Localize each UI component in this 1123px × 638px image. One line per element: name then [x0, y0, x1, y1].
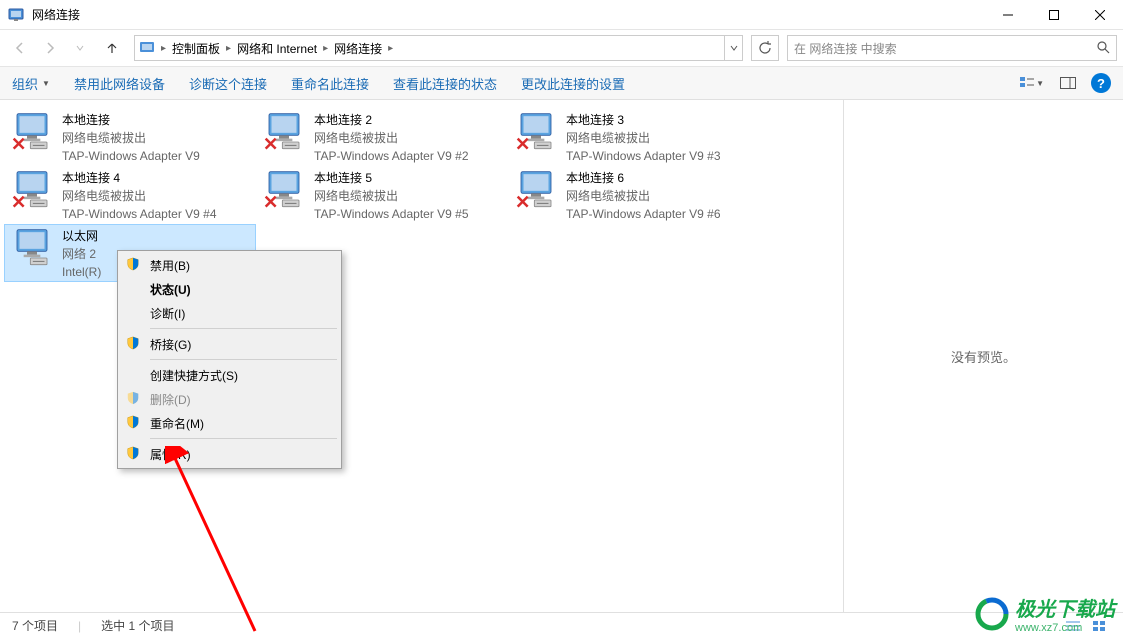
connection-status: 网络电缆被拔出 — [62, 188, 217, 205]
connection-name: 本地连接 3 — [566, 112, 721, 129]
preview-pane-button[interactable] — [1055, 72, 1081, 94]
chevron-right-icon: ▸ — [386, 43, 395, 54]
network-icon — [262, 170, 306, 218]
rename-button[interactable]: 重命名此连接 — [291, 74, 369, 93]
breadcrumb-item[interactable]: 网络连接 — [330, 40, 386, 57]
connection-device: TAP-Windows Adapter V9 — [62, 148, 200, 165]
item-count: 7 个项目 — [12, 617, 58, 634]
shield-icon — [126, 257, 142, 273]
shield-icon — [126, 415, 142, 431]
toolbar: 组织▼ 禁用此网络设备 诊断这个连接 重命名此连接 查看此连接的状态 更改此连接… — [0, 66, 1123, 100]
connection-device: TAP-Windows Adapter V9 #6 — [566, 206, 721, 223]
shield-icon — [126, 446, 142, 462]
chevron-right-icon: ▸ — [159, 43, 168, 54]
network-connection-item[interactable]: 本地连接 4 网络电缆被拔出 TAP-Windows Adapter V9 #4 — [4, 166, 256, 224]
app-icon — [8, 7, 24, 23]
back-button[interactable] — [6, 34, 34, 62]
menu-separator — [150, 438, 337, 439]
shield-icon — [126, 336, 142, 352]
no-preview-text: 没有预览。 — [951, 347, 1016, 366]
connection-device: TAP-Windows Adapter V9 #3 — [566, 148, 721, 165]
menu-status[interactable]: 状态(U) — [120, 277, 339, 301]
network-icon — [10, 228, 54, 276]
connection-device: TAP-Windows Adapter V9 #4 — [62, 206, 217, 223]
search-input[interactable]: 在 网络连接 中搜索 — [787, 35, 1117, 61]
minimize-button[interactable] — [985, 0, 1031, 30]
context-menu: 禁用(B) 状态(U) 诊断(I) 桥接(G) 创建快捷方式(S) 删除(D) … — [117, 250, 342, 469]
menu-properties[interactable]: 属性(R) — [120, 442, 339, 466]
menu-disable[interactable]: 禁用(B) — [120, 253, 339, 277]
selected-count: 选中 1 个项目 — [101, 617, 174, 634]
breadcrumb[interactable]: ▸ 控制面板 ▸ 网络和 Internet ▸ 网络连接 ▸ — [134, 35, 743, 61]
search-placeholder: 在 网络连接 中搜索 — [794, 40, 897, 57]
preview-panel: 没有预览。 — [843, 100, 1123, 612]
connection-name: 本地连接 — [62, 112, 200, 129]
view-status-button[interactable]: 查看此连接的状态 — [393, 74, 497, 93]
breadcrumb-item[interactable]: 控制面板 — [168, 40, 224, 57]
up-button[interactable] — [98, 34, 126, 62]
close-button[interactable] — [1077, 0, 1123, 30]
connection-device: Intel(R) — [62, 264, 101, 281]
disable-device-button[interactable]: 禁用此网络设备 — [74, 74, 165, 93]
recent-dropdown[interactable] — [66, 34, 94, 62]
connection-device: TAP-Windows Adapter V9 #2 — [314, 148, 469, 165]
network-connection-item[interactable]: 本地连接 2 网络电缆被拔出 TAP-Windows Adapter V9 #2 — [256, 108, 508, 166]
connection-status: 网络电缆被拔出 — [314, 188, 469, 205]
connection-name: 以太网 — [62, 228, 101, 245]
navbar: ▸ 控制面板 ▸ 网络和 Internet ▸ 网络连接 ▸ 在 网络连接 中搜… — [0, 30, 1123, 66]
network-connection-item[interactable]: 本地连接 网络电缆被拔出 TAP-Windows Adapter V9 — [4, 108, 256, 166]
connection-status: 网络电缆被拔出 — [566, 130, 721, 147]
network-connection-item[interactable]: 本地连接 5 网络电缆被拔出 TAP-Windows Adapter V9 #5 — [256, 166, 508, 224]
connection-status: 网络电缆被拔出 — [566, 188, 721, 205]
main-panel: 本地连接 网络电缆被拔出 TAP-Windows Adapter V9 本地连接… — [0, 100, 843, 612]
change-settings-button[interactable]: 更改此连接的设置 — [521, 74, 625, 93]
network-icon — [262, 112, 306, 160]
connection-name: 本地连接 6 — [566, 170, 721, 187]
organize-menu[interactable]: 组织▼ — [12, 74, 50, 93]
help-button[interactable]: ? — [1091, 73, 1111, 93]
forward-button[interactable] — [36, 34, 64, 62]
menu-bridge[interactable]: 桥接(G) — [120, 332, 339, 356]
watermark: 极光下载站 www.xz7.com — [975, 593, 1115, 634]
network-icon — [10, 112, 54, 160]
connection-status: 网络电缆被拔出 — [62, 130, 200, 147]
titlebar: 网络连接 — [0, 0, 1123, 30]
watermark-url: www.xz7.com — [1015, 622, 1115, 634]
network-icon — [514, 170, 558, 218]
connection-status: 网络电缆被拔出 — [314, 130, 469, 147]
network-icon — [514, 112, 558, 160]
network-icon — [10, 170, 54, 218]
shield-icon — [126, 391, 142, 407]
menu-delete: 删除(D) — [120, 387, 339, 411]
breadcrumb-icon — [139, 40, 155, 56]
annotation-arrow — [165, 446, 285, 636]
connection-name: 本地连接 2 — [314, 112, 469, 129]
watermark-brand: 极光下载站 — [1015, 593, 1115, 622]
network-connection-item[interactable]: 本地连接 6 网络电缆被拔出 TAP-Windows Adapter V9 #6 — [508, 166, 760, 224]
network-connection-item[interactable]: 本地连接 3 网络电缆被拔出 TAP-Windows Adapter V9 #3 — [508, 108, 760, 166]
menu-separator — [150, 328, 337, 329]
search-icon — [1096, 40, 1110, 57]
connection-device: TAP-Windows Adapter V9 #5 — [314, 206, 469, 223]
breadcrumb-item[interactable]: 网络和 Internet — [233, 40, 321, 57]
menu-separator — [150, 359, 337, 360]
chevron-right-icon: ▸ — [321, 43, 330, 54]
statusbar: 7 个项目 | 选中 1 个项目 — [0, 612, 1123, 638]
maximize-button[interactable] — [1031, 0, 1077, 30]
menu-rename[interactable]: 重命名(M) — [120, 411, 339, 435]
diagnose-button[interactable]: 诊断这个连接 — [189, 74, 267, 93]
watermark-logo — [975, 597, 1009, 631]
breadcrumb-dropdown[interactable] — [724, 36, 742, 60]
window-title: 网络连接 — [32, 6, 985, 23]
menu-shortcut[interactable]: 创建快捷方式(S) — [120, 363, 339, 387]
connection-status: 网络 2 — [62, 246, 101, 263]
view-options-button[interactable]: ▼ — [1019, 72, 1045, 94]
chevron-right-icon: ▸ — [224, 43, 233, 54]
menu-diagnose[interactable]: 诊断(I) — [120, 301, 339, 325]
refresh-button[interactable] — [751, 35, 779, 61]
connection-name: 本地连接 4 — [62, 170, 217, 187]
connection-name: 本地连接 5 — [314, 170, 469, 187]
